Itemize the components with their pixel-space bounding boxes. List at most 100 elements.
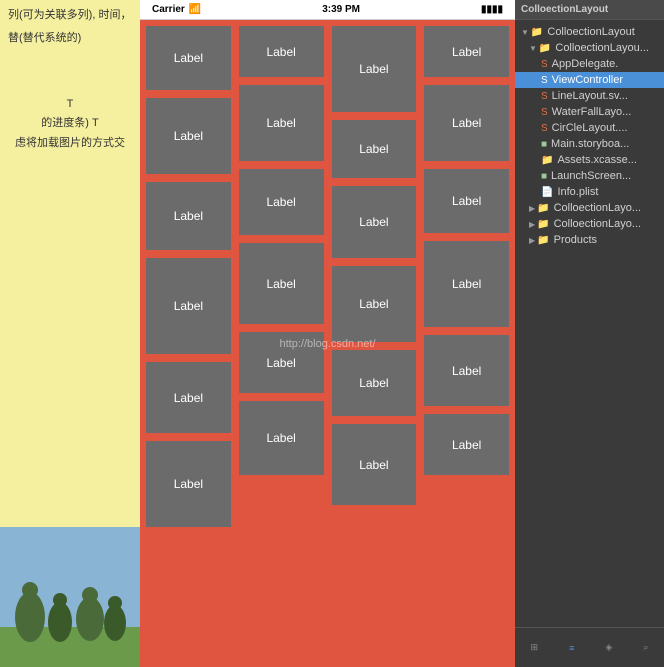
list-item: Label	[330, 422, 419, 507]
file-tree-title: ColloectionLayout	[521, 4, 608, 15]
tree-item-label: Products	[554, 234, 597, 246]
tree-item-label: ColloectionLayou...	[555, 42, 649, 54]
tree-item-label: LineLayout.sv...	[552, 90, 628, 102]
tree-item-colloection-layout-root[interactable]: ▼ 📁 ColloectionLayout	[515, 24, 664, 40]
plist-file-icon: 📄	[541, 187, 553, 198]
tree-item-label: WaterFallLayo...	[552, 106, 632, 118]
list-item: Label	[237, 24, 326, 79]
swift-file-icon: S	[541, 75, 548, 86]
note-text-4: 的进度条) T	[8, 116, 132, 131]
tree-item-label: AppDelegate.	[552, 58, 619, 70]
folder-icon: 📁	[537, 203, 549, 214]
storyboard-file-icon: ■	[541, 171, 547, 182]
swift-file-icon: S	[541, 91, 548, 102]
list-item: Label	[237, 330, 326, 395]
list-item: Label	[237, 167, 326, 237]
note-text-5: 虑将加载图片的方式交	[8, 136, 132, 151]
list-item: Label	[237, 399, 326, 477]
list-item: Label	[422, 24, 511, 79]
tree-item-infoplist[interactable]: 📄 Info.plist	[515, 184, 664, 200]
tree-item-label: Assets.xcasse...	[557, 154, 636, 166]
list-item: Label	[237, 83, 326, 163]
list-item: Label	[144, 360, 233, 435]
list-item: Label	[422, 239, 511, 329]
carrier-text: Carrier 📶	[152, 4, 201, 15]
file-tree[interactable]: ▼ 📁 ColloectionLayout ▼ 📁 ColloectionLay…	[515, 20, 664, 627]
tree-item-label: ViewController	[552, 74, 623, 86]
tree-item-assets[interactable]: 📁 Assets.xcasse...	[515, 152, 664, 168]
tree-item-circlelayout[interactable]: S CirCleLayout....	[515, 120, 664, 136]
list-item: Label	[422, 412, 511, 477]
tree-item-colloection-layout-group[interactable]: ▼ 📁 ColloectionLayou...	[515, 40, 664, 56]
time-display: 3:39 PM	[322, 4, 360, 15]
triangle-icon: ▼	[529, 44, 537, 53]
triangle-icon: ▶	[529, 220, 535, 229]
tree-item-waterfalllayout[interactable]: S WaterFallLayo...	[515, 104, 664, 120]
folder-icon: 📁	[537, 235, 549, 246]
xcode-tabs-bar: ⊞ ≡ ◈ ⌕	[515, 627, 664, 667]
left-note-panel: 列(可为关联多列), 时间， 替(替代系统的) T 的进度条) T 虑将加载图片…	[0, 0, 140, 667]
status-bar: Carrier 📶 3:39 PM ▮▮▮▮	[140, 0, 515, 20]
list-item: Label	[330, 264, 419, 344]
list-item: Label	[422, 333, 511, 408]
swift-file-icon: S	[541, 123, 548, 134]
list-item: Label	[330, 118, 419, 180]
tree-item-viewcontroller[interactable]: S ViewController	[515, 72, 664, 88]
tree-item-label: CirCleLayout....	[552, 122, 628, 134]
tree-item-colloection2[interactable]: ▶ 📁 ColloectionLayo...	[515, 200, 664, 216]
tree-item-appdelegate[interactable]: S AppDelegate.	[515, 56, 664, 72]
wf-column-3: Label Label Label Label Label Label	[422, 24, 511, 663]
tree-item-label: ColloectionLayo...	[554, 202, 641, 214]
list-item: Label	[330, 184, 419, 260]
wifi-icon: 📶	[189, 4, 201, 15]
list-item: Label	[237, 241, 326, 326]
tab-symbols[interactable]: ◈	[601, 638, 616, 657]
tree-item-label: LaunchScreen...	[551, 170, 631, 182]
folder-icon: 📁	[541, 155, 553, 166]
waterfall-layout: Label Label Label Label Label Label Labe…	[140, 20, 515, 667]
collection-view: http://blog.csdn.net/ Label Label Label …	[140, 20, 515, 667]
tree-item-label: ColloectionLayo...	[554, 218, 641, 230]
list-item: Label	[144, 96, 233, 176]
note-text-3: T	[8, 97, 132, 112]
list-item: Label	[422, 83, 511, 163]
swift-file-icon: S	[541, 107, 548, 118]
list-item: Label	[330, 348, 419, 418]
tree-item-launchscreen[interactable]: ■ LaunchScreen...	[515, 168, 664, 184]
wf-column-0: Label Label Label Label Label Label	[144, 24, 233, 663]
file-tree-header: ColloectionLayout	[515, 0, 664, 20]
note-text-1: 列(可为关联多列), 时间，	[8, 8, 132, 23]
bird-illustration	[0, 527, 140, 667]
tree-item-label: ColloectionLayout	[547, 26, 634, 38]
phone-simulator: Carrier 📶 3:39 PM ▮▮▮▮ http://blog.csdn.…	[140, 0, 515, 667]
list-item: Label	[422, 167, 511, 235]
carrier-label: Carrier	[152, 4, 185, 15]
list-item: Label	[144, 439, 233, 529]
tree-item-colloection3[interactable]: ▶ 📁 ColloectionLayo...	[515, 216, 664, 232]
triangle-icon: ▶	[529, 204, 535, 213]
list-item: Label	[144, 180, 233, 252]
triangle-icon: ▶	[529, 236, 535, 245]
list-item: Label	[330, 24, 419, 114]
tree-item-products[interactable]: ▶ 📁 Products	[515, 232, 664, 248]
folder-icon: 📁	[537, 219, 549, 230]
tree-item-label: Main.storyboa...	[551, 138, 629, 150]
tab-search[interactable]: ⌕	[639, 638, 652, 657]
wf-column-2: Label Label Label Label Label Label	[330, 24, 419, 663]
tree-item-linelayout[interactable]: S LineLayout.sv...	[515, 88, 664, 104]
wf-column-1: Label Label Label Label Label Label	[237, 24, 326, 663]
battery-indicator: ▮▮▮▮	[481, 4, 503, 15]
storyboard-file-icon: ■	[541, 139, 547, 150]
list-item: Label	[144, 24, 233, 92]
xcode-file-tree-panel: ColloectionLayout ▼ 📁 ColloectionLayout …	[515, 0, 664, 667]
swift-file-icon: S	[541, 59, 548, 70]
triangle-icon: ▼	[521, 28, 529, 37]
tree-item-label: Info.plist	[557, 186, 598, 198]
folder-icon: 📁	[539, 43, 551, 54]
list-item: Label	[144, 256, 233, 356]
folder-icon: 📁	[531, 27, 543, 38]
tab-files[interactable]: ≡	[565, 639, 578, 657]
note-text-2: 替(替代系统的)	[8, 31, 132, 46]
tab-jump[interactable]: ⊞	[527, 638, 543, 657]
tree-item-mainstoryboard[interactable]: ■ Main.storyboa...	[515, 136, 664, 152]
